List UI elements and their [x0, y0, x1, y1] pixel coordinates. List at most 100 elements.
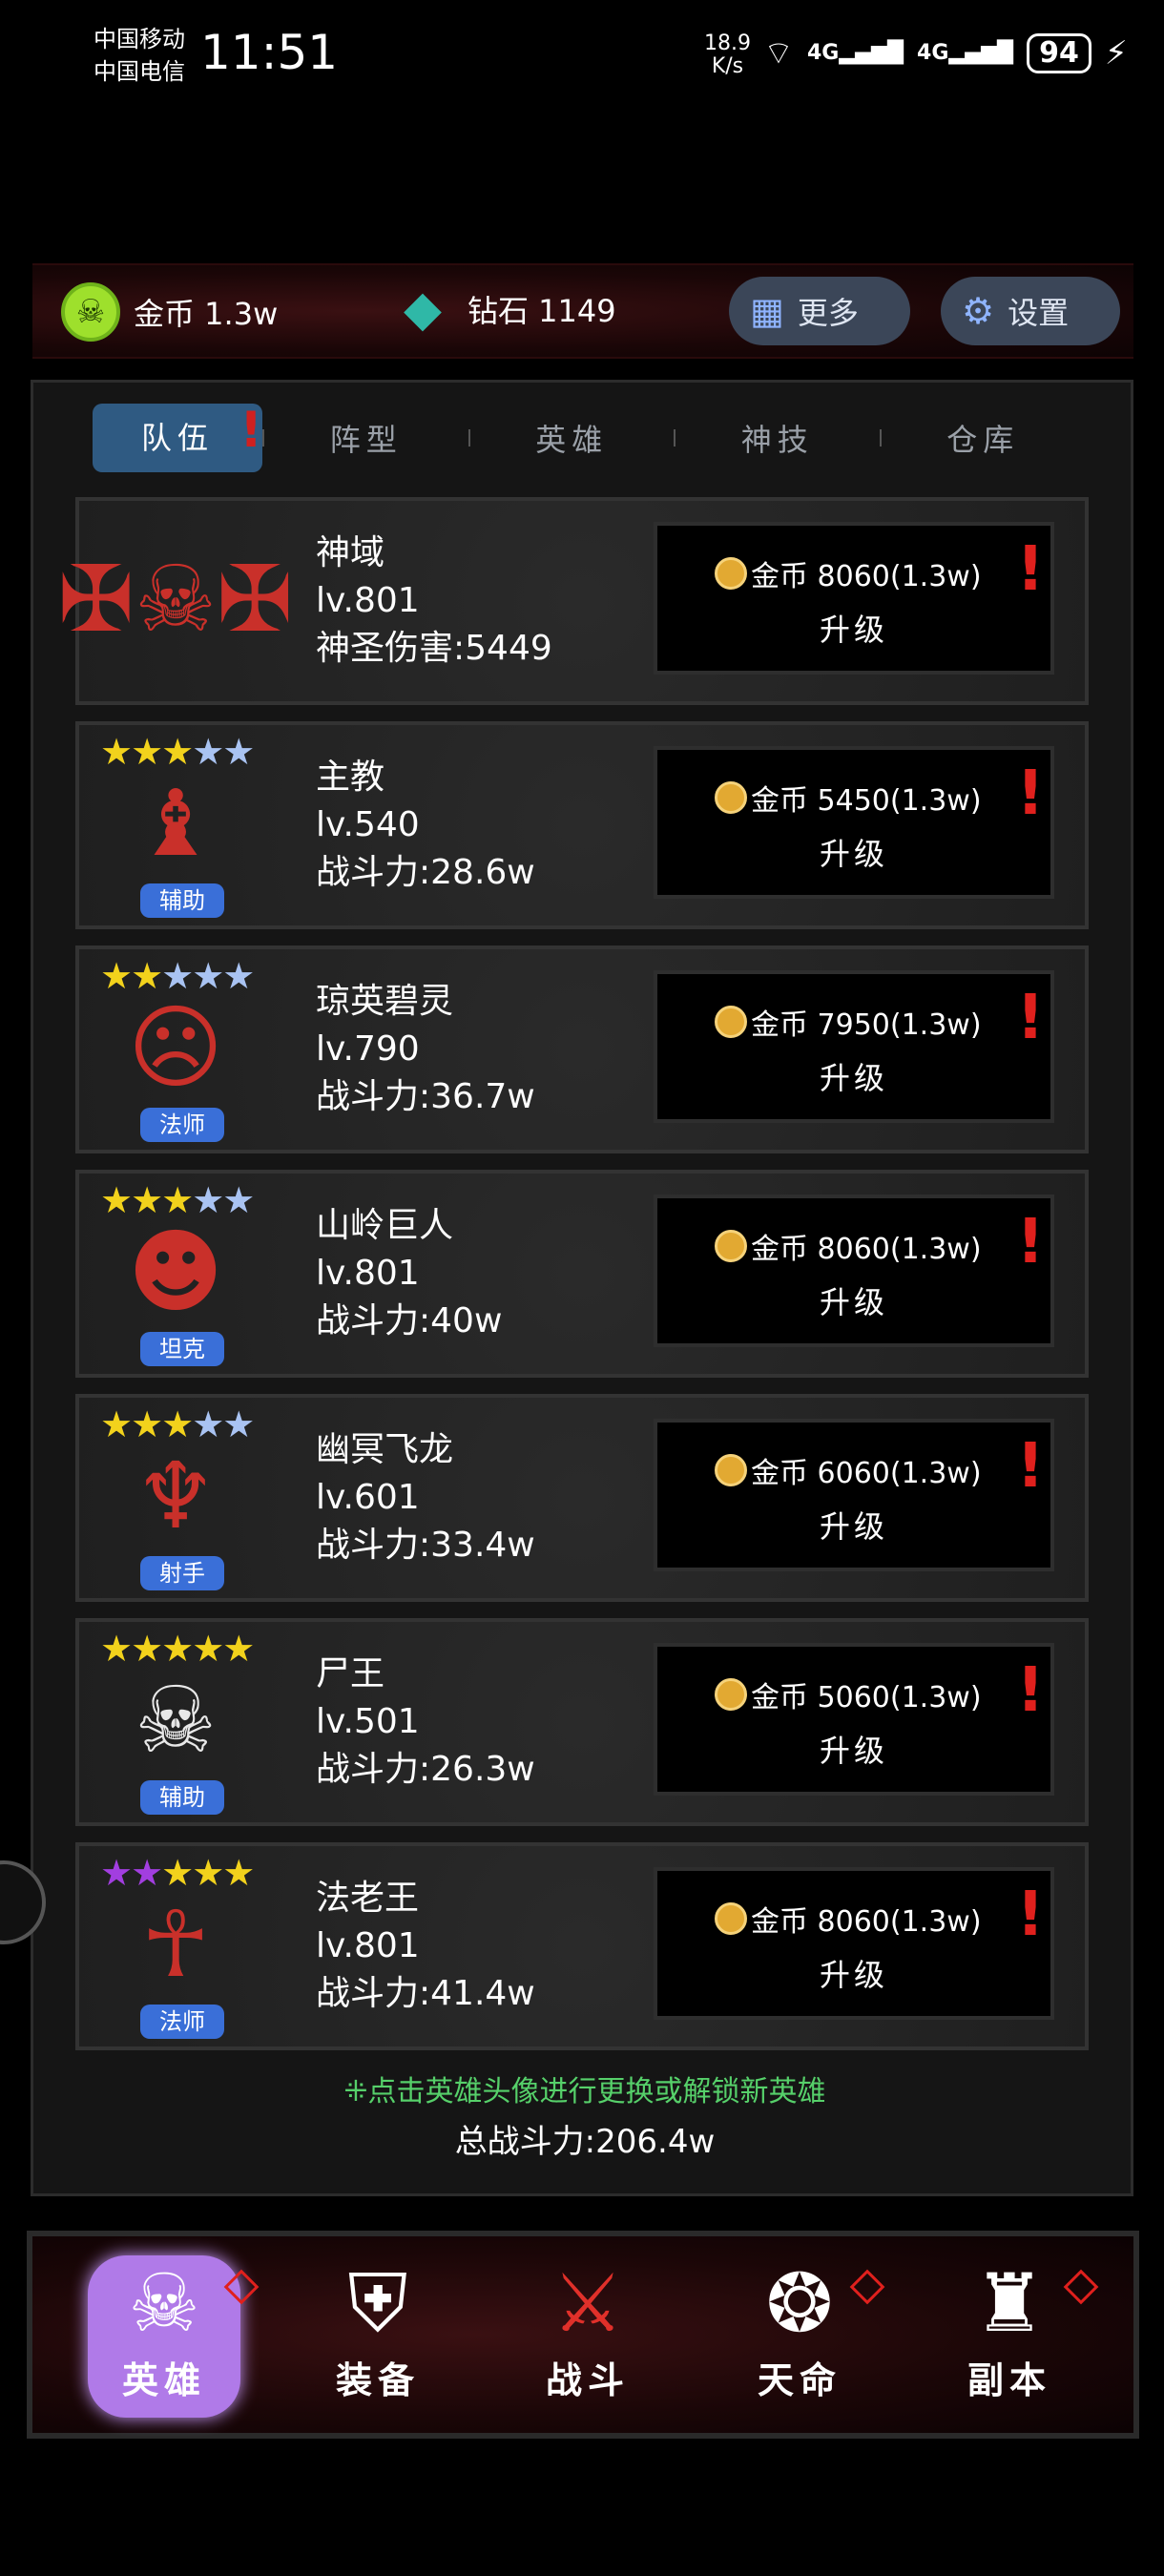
upgrade-label: 升级 — [819, 836, 888, 872]
hero-card-jade-spirit: ★★★★★ ☹ 法师 琼英碧灵 lv.790 战斗力:36.7w 金币 7950… — [75, 945, 1089, 1153]
diamond-icon: ◆ — [404, 280, 442, 338]
hero-name: 神域 — [316, 533, 385, 572]
upgrade-button[interactable]: 金币 5060(1.3w) 升级 ! — [654, 1643, 1054, 1796]
diamond-label: 钻石 1149 — [468, 293, 616, 329]
witch-portrait-icon[interactable]: ☹ — [114, 976, 238, 1119]
upgrade-button[interactable]: 金币 8060(1.3w) 升级 ! — [654, 522, 1054, 675]
alert-icon: ! — [1016, 1207, 1045, 1278]
upgrade-button[interactable]: 金币 7950(1.3w) 升级 ! — [654, 970, 1054, 1123]
upgrade-cost: 金币 7950(1.3w) — [715, 1001, 982, 1043]
role-badge: 坦克 — [140, 1332, 224, 1366]
nav-equipment[interactable]: ⛨ 装备 — [301, 2255, 454, 2418]
upgrade-button[interactable]: 金币 6060(1.3w) 升级 ! — [654, 1419, 1054, 1571]
tab-divine-skill[interactable]: 神技 — [676, 416, 880, 460]
hero-level: lv.501 — [316, 1702, 420, 1741]
upgrade-cost: 金币 8060(1.3w) — [715, 1225, 982, 1267]
settings-label: 设置 — [1008, 295, 1070, 331]
nav-battle[interactable]: ⚔ 战斗 — [511, 2255, 664, 2418]
carrier-info: 中国移动 中国电信 — [94, 23, 185, 88]
alert-icon: ! — [1016, 983, 1045, 1053]
upgrade-label: 升级 — [819, 1284, 888, 1320]
hero-card-pharaoh: ★★★★★ ☥ 法师 法老王 lv.801 战斗力:41.4w 金币 8060(… — [75, 1842, 1089, 2050]
tab-formation[interactable]: 阵型 — [264, 416, 468, 460]
nav-fate[interactable]: ❂ 天命 — [723, 2255, 876, 2418]
skull-icon: ☠ — [128, 2256, 200, 2350]
upgrade-button[interactable]: 金币 8060(1.3w) 升级 ! — [654, 1867, 1054, 2020]
gold-coin-icon — [715, 1902, 747, 1935]
hero-info: 神域 lv.801 神圣伤害:5449 — [316, 530, 552, 673]
hero-card-domain: ✠☠✠ 神域 lv.801 神圣伤害:5449 金币 8060(1.3w) 升级… — [58, 497, 1089, 705]
hero-stat: 战斗力:41.4w — [316, 1974, 535, 2013]
upgrade-button[interactable]: 金币 8060(1.3w) 升级 ! — [654, 1195, 1054, 1347]
bishop-portrait-icon[interactable]: ♝ — [114, 752, 238, 895]
upgrade-cost: 金币 8060(1.3w) — [715, 1898, 982, 1940]
wifi-icon: ⌔ — [763, 34, 794, 73]
hero-level: lv.801 — [316, 1254, 420, 1293]
hero-info: 山岭巨人 lv.801 战斗力:40w — [316, 1202, 502, 1345]
castle-icon: ♜ — [973, 2256, 1046, 2350]
nav-dungeon[interactable]: ♜ 副本 — [933, 2255, 1086, 2418]
upgrade-label: 升级 — [819, 1957, 888, 1993]
gold-coin-icon — [715, 1454, 747, 1486]
settings-button[interactable]: ⚙ 设置 — [941, 277, 1120, 345]
carrier-2: 中国电信 — [94, 58, 185, 85]
hero-name: 法老王 — [316, 1879, 420, 1918]
gold-label: 金币 1.3w — [134, 296, 279, 332]
hero-info: 幽冥飞龙 lv.601 战斗力:33.4w — [316, 1426, 535, 1569]
hero-info: 琼英碧灵 lv.790 战斗力:36.7w — [316, 978, 535, 1121]
hero-card-mountain-giant: ★★★★★ ☻ 坦克 山岭巨人 lv.801 战斗力:40w 金币 8060(1… — [75, 1170, 1089, 1378]
tab-bar: 队伍 ! 阵型 英雄 神技 仓库 — [93, 402, 1086, 472]
hero-stat: 战斗力:26.3w — [316, 1750, 535, 1789]
alert-icon: ! — [1016, 534, 1045, 605]
hero-level: lv.801 — [316, 1926, 420, 1965]
hero-level: lv.601 — [316, 1478, 420, 1517]
tab-heroes[interactable]: 英雄 — [470, 416, 675, 460]
upgrade-label: 升级 — [819, 1508, 888, 1545]
battery-indicator: 94 — [1027, 32, 1091, 73]
role-badge: 辅助 — [140, 883, 224, 918]
pharaoh-portrait-icon[interactable]: ☥ — [114, 1873, 238, 2016]
nav-label: 英雄 — [121, 2359, 206, 2401]
domain-skull-icon[interactable]: ✠☠✠ — [58, 528, 294, 671]
hero-name: 山岭巨人 — [316, 1206, 454, 1245]
nav-heroes[interactable]: ☠ 英雄 — [88, 2255, 240, 2418]
gold-coin-icon — [715, 781, 747, 814]
zombie-portrait-icon[interactable]: ☠ — [114, 1649, 238, 1792]
net-speed: 18.9 K/s — [704, 32, 751, 78]
more-label: 更多 — [797, 295, 859, 331]
hero-stat: 战斗力:33.4w — [316, 1526, 535, 1565]
dragon-portrait-icon[interactable]: ♆ — [114, 1424, 238, 1568]
charging-icon: ⚡ — [1104, 33, 1128, 73]
upgrade-label: 升级 — [819, 1733, 888, 1769]
hero-level: lv.801 — [316, 581, 420, 620]
bottom-nav: ☠ 英雄 ⛨ 装备 ⚔ 战斗 ❂ 天命 ♜ 副本 — [27, 2231, 1139, 2439]
role-badge: 法师 — [140, 1108, 224, 1142]
upgrade-cost: 金币 6060(1.3w) — [715, 1449, 982, 1491]
hero-card-corpse-king: ★★★★★ ☠ 辅助 尸王 lv.501 战斗力:26.3w 金币 5060(1… — [75, 1618, 1089, 1826]
hero-stat: 战斗力:40w — [316, 1301, 503, 1340]
gold-coin-icon — [715, 557, 747, 590]
upgrade-button[interactable]: 金币 5450(1.3w) 升级 ! — [654, 746, 1054, 899]
gear-icon: ⚙ — [962, 290, 995, 332]
hero-card-nether-dragon: ★★★★★ ♆ 射手 幽冥飞龙 lv.601 战斗力:33.4w 金币 6060… — [75, 1394, 1089, 1602]
nav-label: 战斗 — [545, 2359, 630, 2401]
giant-portrait-icon[interactable]: ☻ — [114, 1200, 238, 1343]
alert-icon: ! — [1016, 1880, 1045, 1950]
more-button[interactable]: ▦ 更多 — [729, 277, 910, 345]
armor-icon: ⛨ — [347, 2256, 408, 2350]
role-badge: 法师 — [140, 2005, 224, 2039]
alert-icon: ! — [1016, 758, 1045, 829]
tab-team[interactable]: 队伍 ! — [93, 402, 262, 472]
grid-icon: ▦ — [750, 290, 784, 332]
hero-info: 尸王 lv.501 战斗力:26.3w — [316, 1651, 535, 1794]
signal-icon-2: 4G▂▄▆█ — [917, 41, 1014, 65]
tab-warehouse[interactable]: 仓库 — [882, 416, 1086, 460]
upgrade-label: 升级 — [819, 612, 888, 648]
hero-stat: 战斗力:28.6w — [316, 853, 535, 892]
hero-info: 法老王 lv.801 战斗力:41.4w — [316, 1875, 535, 2018]
carrier-1: 中国移动 — [94, 26, 185, 52]
gold-coin-icon — [715, 1230, 747, 1262]
crossed-swords-icon: ⚔ — [551, 2256, 624, 2350]
hero-stat: 战斗力:36.7w — [316, 1077, 535, 1116]
alert-icon: ! — [1016, 1431, 1045, 1502]
